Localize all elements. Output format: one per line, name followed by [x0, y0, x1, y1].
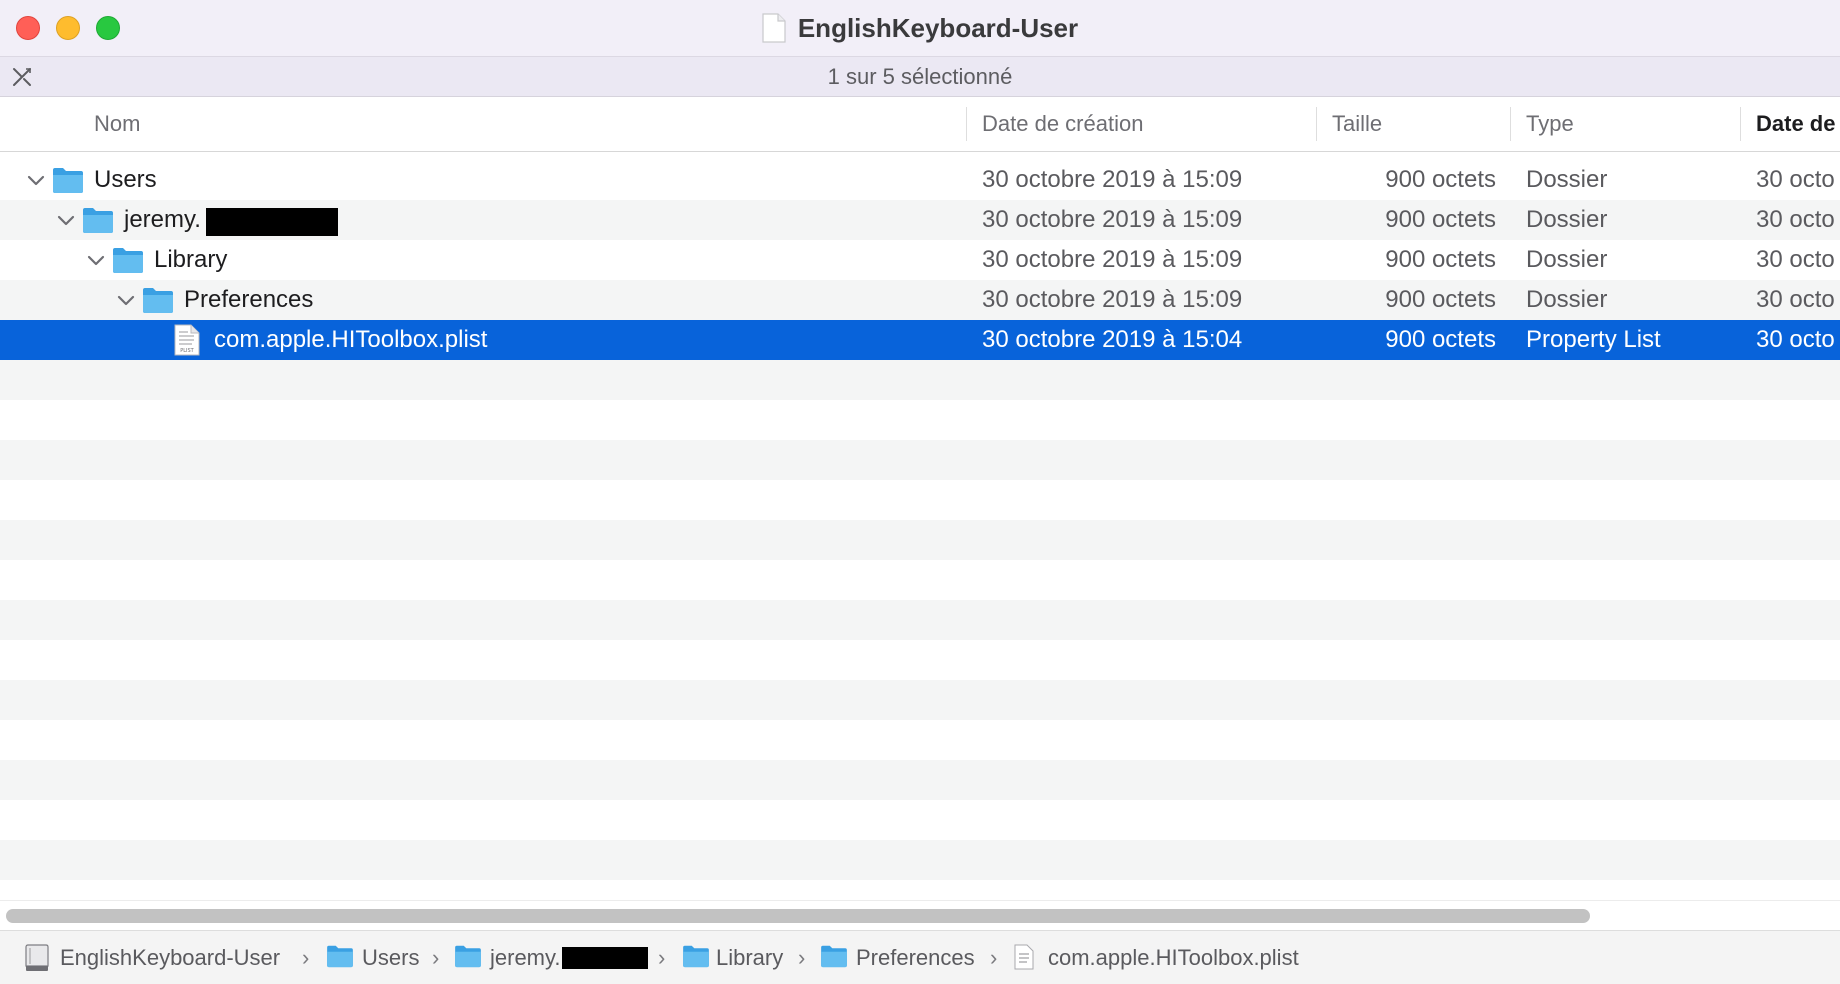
status-bar: 1 sur 5 sélectionné [0, 57, 1840, 97]
column-divider[interactable] [1510, 107, 1511, 141]
table-row[interactable]: Library 30 octobre 2019 à 15:09 900 octe… [0, 240, 1840, 280]
empty-row [0, 680, 1840, 720]
row-created: 30 octobre 2019 à 15:09 [982, 286, 1243, 313]
chevron-down-icon[interactable] [86, 250, 106, 270]
chevron-down-icon[interactable] [26, 170, 46, 190]
empty-row [0, 720, 1840, 760]
column-created-header[interactable]: Date de création [982, 97, 1143, 151]
row-created: 30 octobre 2019 à 15:09 [982, 246, 1243, 273]
empty-row [0, 600, 1840, 640]
scrollbar-thumb[interactable] [6, 909, 1590, 923]
row-created: 30 octobre 2019 à 15:09 [982, 206, 1243, 233]
folder-icon [113, 248, 143, 273]
breadcrumb-separator: › [658, 945, 666, 970]
plist-icon-label: PLIST [180, 348, 194, 354]
breadcrumb-library[interactable]: Library [716, 931, 783, 984]
table-row[interactable]: jeremy. 30 octobre 2019 à 15:09 900 octe… [0, 200, 1840, 240]
empty-row [0, 800, 1840, 840]
folder-icon [53, 168, 83, 193]
disk-image-icon [25, 944, 49, 971]
redaction-block [562, 947, 648, 969]
row-name: Preferences [184, 286, 314, 313]
row-type: Property List [1526, 326, 1661, 353]
column-divider[interactable] [1740, 107, 1741, 141]
empty-row [0, 400, 1840, 440]
row-name: Library [154, 246, 228, 273]
row-type: Dossier [1526, 246, 1608, 273]
breadcrumb-disk[interactable]: EnglishKeyboard-User [60, 931, 280, 984]
table-row-selected[interactable]: PLIST com.apple.HIToolbox.plist 30 octob… [0, 320, 1840, 360]
breadcrumb-separator: › [302, 945, 310, 970]
empty-row [0, 840, 1840, 880]
folder-icon [327, 945, 353, 968]
folder-icon [821, 945, 847, 968]
column-size-header[interactable]: Taille [1332, 97, 1382, 151]
column-header: Nom Date de création Taille Type Date de [0, 97, 1840, 152]
row-modified: 30 octo [1756, 166, 1835, 193]
chevron-down-icon[interactable] [116, 290, 136, 310]
empty-row [0, 760, 1840, 800]
chevron-down-icon[interactable] [56, 210, 76, 230]
folder-icon [143, 288, 173, 313]
path-bar: EnglishKeyboard-User › Users › jeremy. ›… [0, 930, 1840, 984]
finder-window: EnglishKeyboard-User 1 sur 5 sélectionné… [0, 0, 1840, 984]
folder-icon [683, 945, 709, 968]
row-size: 900 octets [1385, 286, 1496, 313]
empty-row [0, 480, 1840, 520]
row-created: 30 octobre 2019 à 15:04 [982, 326, 1243, 353]
breadcrumb-separator: › [432, 945, 440, 970]
breadcrumb-separator: › [798, 945, 806, 970]
empty-row [0, 640, 1840, 680]
row-name: com.apple.HIToolbox.plist [214, 326, 488, 353]
row-size: 900 octets [1385, 206, 1496, 233]
document-icon [762, 13, 786, 43]
row-size: 900 octets [1385, 166, 1496, 193]
empty-row [0, 520, 1840, 560]
plist-file-icon [1014, 944, 1034, 970]
breadcrumb-preferences[interactable]: Preferences [856, 931, 975, 984]
breadcrumb-users[interactable]: Users [362, 931, 419, 984]
row-name: Users [94, 166, 157, 193]
row-type: Dossier [1526, 286, 1608, 313]
horizontal-scrollbar[interactable] [0, 900, 1840, 929]
column-divider[interactable] [1316, 107, 1317, 141]
table-row[interactable]: Preferences 30 octobre 2019 à 15:09 900 … [0, 280, 1840, 320]
plist-file-icon: PLIST [174, 324, 200, 356]
column-modified-header[interactable]: Date de [1756, 97, 1835, 151]
table-row[interactable]: Users 30 octobre 2019 à 15:09 900 octets… [0, 160, 1840, 200]
empty-row [0, 560, 1840, 600]
folder-icon [83, 208, 113, 233]
breadcrumb-separator: › [990, 945, 998, 970]
row-type: Dossier [1526, 206, 1608, 233]
row-type: Dossier [1526, 166, 1608, 193]
row-size: 900 octets [1385, 326, 1496, 353]
row-size: 900 octets [1385, 246, 1496, 273]
selection-status: 1 sur 5 sélectionné [827, 64, 1013, 89]
empty-row [0, 360, 1840, 400]
breadcrumb-plist-file[interactable]: com.apple.HIToolbox.plist [1048, 931, 1299, 984]
column-name-header[interactable]: Nom [94, 97, 140, 151]
column-type-header[interactable]: Type [1526, 97, 1574, 151]
row-modified: 30 octo [1756, 326, 1835, 353]
row-name: jeremy. [124, 206, 201, 233]
folder-icon [455, 945, 481, 968]
redaction-block [206, 208, 338, 236]
row-modified: 30 octo [1756, 286, 1835, 313]
breadcrumb-user-home[interactable]: jeremy. [490, 931, 561, 984]
file-list: Users 30 octobre 2019 à 15:09 900 octets… [0, 160, 1840, 882]
title-bar: EnglishKeyboard-User [0, 0, 1840, 57]
row-modified: 30 octo [1756, 206, 1835, 233]
row-modified: 30 octo [1756, 246, 1835, 273]
window-title: EnglishKeyboard-User [797, 12, 1079, 43]
empty-row [0, 440, 1840, 480]
column-divider[interactable] [966, 107, 967, 141]
row-created: 30 octobre 2019 à 15:09 [982, 166, 1243, 193]
